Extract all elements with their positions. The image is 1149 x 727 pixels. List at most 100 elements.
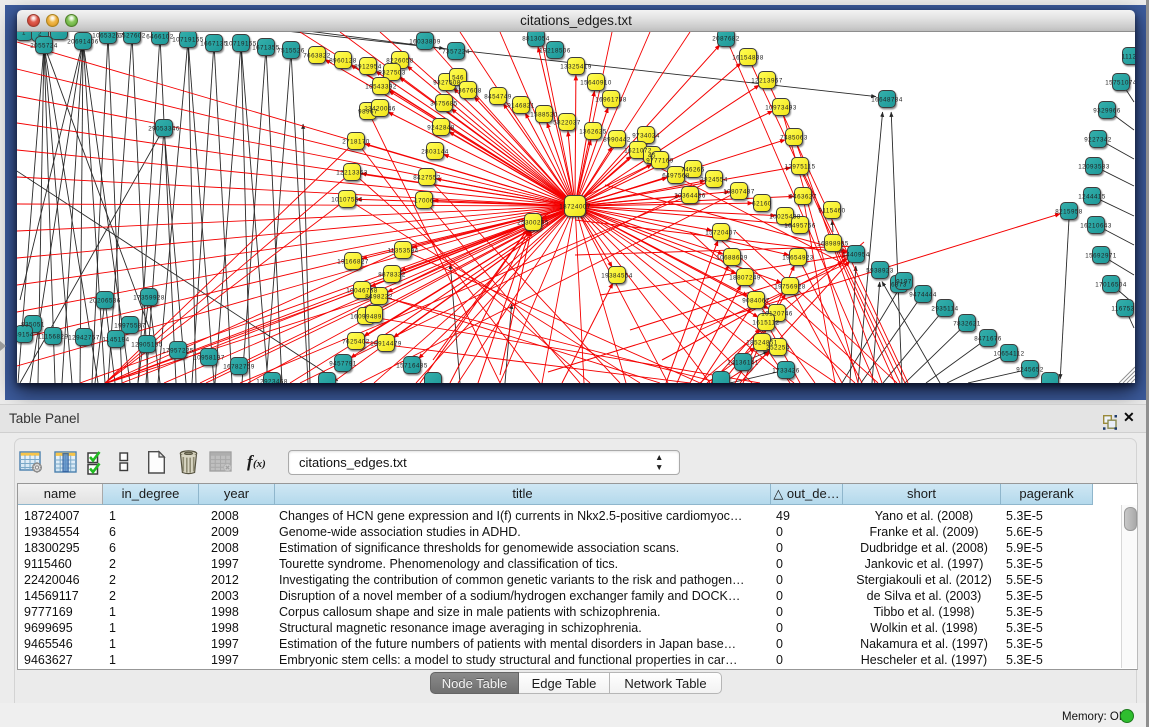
svg-text:8990442: 8990442 — [603, 136, 631, 143]
svg-text:8215958: 8215958 — [1055, 208, 1083, 215]
svg-text:8813054: 8813054 — [522, 35, 550, 42]
svg-text:20691406: 20691406 — [67, 38, 99, 45]
svg-text:17016504: 17016504 — [1095, 281, 1127, 288]
svg-text:1244415: 1244415 — [1078, 193, 1106, 200]
svg-text:7357224: 7357224 — [442, 48, 470, 55]
svg-text:2803144: 2803144 — [421, 148, 449, 155]
svg-text:16782759: 16782759 — [223, 363, 255, 370]
svg-text:1527602: 1527602 — [118, 32, 146, 39]
svg-text:16914479: 16914479 — [370, 340, 402, 347]
svg-text:9777169: 9777169 — [646, 157, 674, 164]
svg-text:1615112: 1615112 — [752, 319, 779, 326]
svg-text:16961758: 16961758 — [595, 96, 627, 103]
svg-text:7515526: 7515526 — [277, 47, 305, 54]
svg-text:9115460: 9115460 — [818, 207, 845, 214]
svg-text:19166827: 19166827 — [337, 258, 369, 265]
svg-text:15716485: 15716485 — [396, 362, 428, 369]
svg-text:9327503: 9327503 — [378, 69, 406, 76]
svg-text:20364436: 20364436 — [674, 192, 706, 199]
svg-text:8226058: 8226058 — [386, 57, 414, 64]
svg-text:12942757: 12942757 — [68, 334, 100, 341]
svg-text:39154: 39154 — [17, 331, 34, 338]
svg-text:16120746: 16120746 — [761, 310, 793, 317]
svg-text:16648784: 16648784 — [871, 96, 903, 103]
svg-text:19756928: 19756928 — [774, 283, 806, 290]
svg-text:10973493: 10973493 — [765, 104, 797, 111]
svg-text:8454749: 8454749 — [484, 93, 512, 100]
svg-text:15692971: 15692971 — [1085, 252, 1117, 259]
svg-text:546: 546 — [452, 74, 464, 81]
svg-text:7625402: 7625402 — [342, 338, 370, 345]
svg-text:16033809: 16033809 — [409, 38, 441, 45]
svg-text:1: 1 — [22, 32, 26, 36]
svg-text:6466102: 6466102 — [146, 33, 174, 40]
svg-text:12923468: 12923468 — [256, 378, 288, 383]
svg-text:12213967: 12213967 — [751, 77, 783, 84]
svg-text:8498222: 8498222 — [365, 293, 393, 300]
svg-text:9734024: 9734024 — [632, 132, 660, 139]
svg-text:9245652: 9245652 — [1016, 366, 1044, 373]
svg-text:9457791: 9457791 — [329, 360, 357, 367]
svg-text:2055724: 2055724 — [30, 42, 58, 49]
svg-text:2367608: 2367608 — [454, 87, 482, 94]
svg-text:7832621: 7832621 — [953, 320, 981, 327]
svg-text:1671355: 1671355 — [252, 44, 280, 51]
svg-text:9474444: 9474444 — [909, 291, 937, 298]
svg-text:2718170: 2718170 — [342, 138, 370, 145]
svg-text:8471676: 8471676 — [974, 335, 1002, 342]
svg-text:16154838: 16154838 — [732, 54, 764, 61]
svg-text:7663822: 7663822 — [303, 52, 331, 59]
svg-text:10958197: 10958197 — [193, 354, 225, 361]
svg-text:8427552: 8427552 — [413, 174, 441, 181]
svg-text:16495756: 16495756 — [784, 222, 816, 229]
svg-text:12905155: 12905155 — [131, 341, 163, 348]
svg-text:10107554: 10107554 — [331, 196, 363, 203]
svg-text:3675685: 3675685 — [430, 100, 458, 107]
svg-text:10688609: 10688609 — [716, 254, 748, 261]
svg-text:16543392: 16543392 — [365, 83, 397, 90]
svg-text:252254: 252254 — [766, 344, 790, 351]
svg-text:15751074: 15751074 — [1105, 79, 1135, 86]
svg-text:1362625: 1362625 — [579, 128, 607, 135]
svg-text:16210643: 16210643 — [1080, 222, 1112, 229]
svg-text:1440954: 1440954 — [842, 251, 870, 258]
svg-text:14136141: 14136141 — [727, 359, 759, 366]
svg-text:835051: 835051 — [21, 321, 45, 328]
svg-text:9329966: 9329966 — [1093, 107, 1121, 114]
svg-text:1733426: 1733426 — [772, 367, 800, 374]
svg-text:20206536: 20206536 — [89, 297, 121, 304]
svg-text:10654112: 10654112 — [993, 350, 1024, 357]
svg-text:17006: 17006 — [414, 197, 434, 204]
svg-text:6497568: 6497568 — [662, 172, 690, 179]
svg-text:1145194: 1145194 — [102, 336, 129, 343]
svg-text:15720407: 15720407 — [705, 229, 737, 236]
svg-text:10719155: 10719155 — [172, 36, 204, 43]
svg-text:19975587: 19975587 — [114, 322, 146, 329]
svg-text:25300235: 25300235 — [517, 219, 549, 226]
svg-text:17359928: 17359928 — [133, 294, 165, 301]
svg-text:2087682: 2087682 — [712, 35, 740, 42]
svg-text:8878332: 8878332 — [378, 271, 406, 278]
svg-text:11156829: 11156829 — [38, 333, 69, 340]
svg-text:13325419: 13325419 — [560, 63, 592, 70]
svg-text:2: 2 — [38, 32, 42, 37]
svg-text:19384554: 19384554 — [601, 272, 633, 279]
svg-text:15640910: 15640910 — [580, 79, 612, 86]
svg-text:18724007: 18724007 — [559, 203, 591, 210]
svg-text:12213363: 12213363 — [336, 169, 368, 176]
svg-text:9242848: 9242848 — [427, 124, 455, 131]
svg-text:10807487: 10807487 — [723, 188, 755, 195]
svg-text:19218506: 19218506 — [539, 47, 571, 54]
svg-text:62160: 62160 — [752, 200, 772, 207]
svg-text:9146821: 9146821 — [507, 102, 535, 109]
svg-text:9197: 9197 — [896, 278, 912, 285]
svg-text:7485063: 7485063 — [780, 134, 808, 141]
svg-text:9084067: 9084067 — [742, 297, 770, 304]
svg-text:(x): (x) — [253, 458, 266, 470]
svg-text:5822037: 5822037 — [553, 119, 581, 126]
svg-text:11123: 11123 — [1122, 53, 1135, 60]
svg-text:3824554: 3824554 — [700, 176, 728, 183]
svg-text:17957225: 17957225 — [162, 347, 194, 354]
svg-text:11353594: 11353594 — [387, 247, 418, 254]
svg-text:12093583: 12093583 — [1078, 163, 1110, 170]
